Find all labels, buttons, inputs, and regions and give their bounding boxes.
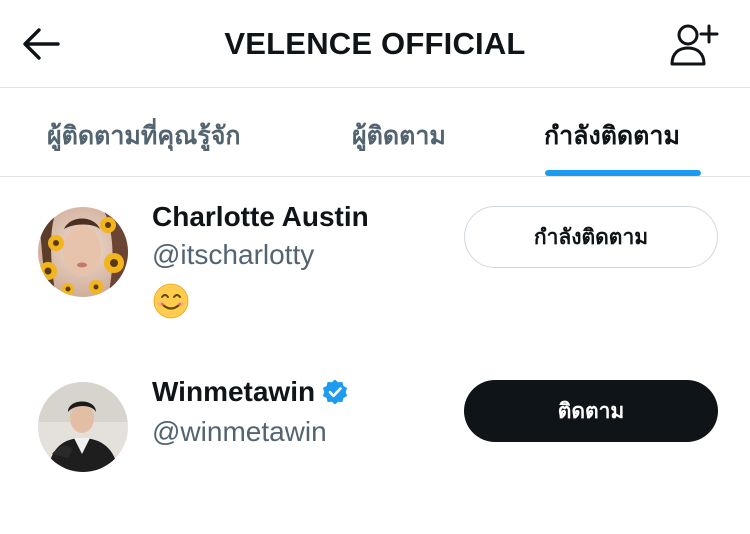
user-handle: @itscharlotty: [152, 239, 315, 270]
avatar[interactable]: [38, 207, 128, 297]
tab-following[interactable]: กำลังติดตาม: [544, 116, 680, 156]
user-name: Charlotte Austin: [152, 201, 369, 232]
page-title: VELENCE OFFICIAL: [224, 26, 526, 61]
follow-button[interactable]: ติดตาม: [464, 380, 718, 442]
verified-badge-icon: [322, 379, 348, 405]
user-row[interactable]: Winmetawin @winmetawin ติดตาม: [0, 360, 750, 490]
tab-followers[interactable]: ผู้ติดตาม: [352, 116, 446, 156]
avatar[interactable]: [38, 382, 128, 472]
add-user-icon: [670, 24, 719, 66]
name-line: Winmetawin: [152, 376, 349, 408]
user-name: Winmetawin: [152, 376, 316, 407]
following-button[interactable]: กำลังติดตาม: [464, 206, 718, 268]
name-line: Charlotte Austin: [152, 201, 369, 233]
top-bar: VELENCE OFFICIAL: [0, 0, 750, 88]
smiling-face-icon: [153, 283, 189, 319]
user-handle: @winmetawin: [152, 416, 327, 447]
active-tab-indicator: [545, 170, 701, 176]
user-row[interactable]: Charlotte Austin @itscharlotty กำลังติดต…: [0, 177, 750, 347]
tab-bar: ผู้ติดตามที่คุณรู้จัก ผู้ติดตาม กำลังติด…: [0, 88, 750, 177]
tab-followers-you-know[interactable]: ผู้ติดตามที่คุณรู้จัก: [47, 116, 240, 156]
add-user-button[interactable]: [666, 20, 722, 70]
